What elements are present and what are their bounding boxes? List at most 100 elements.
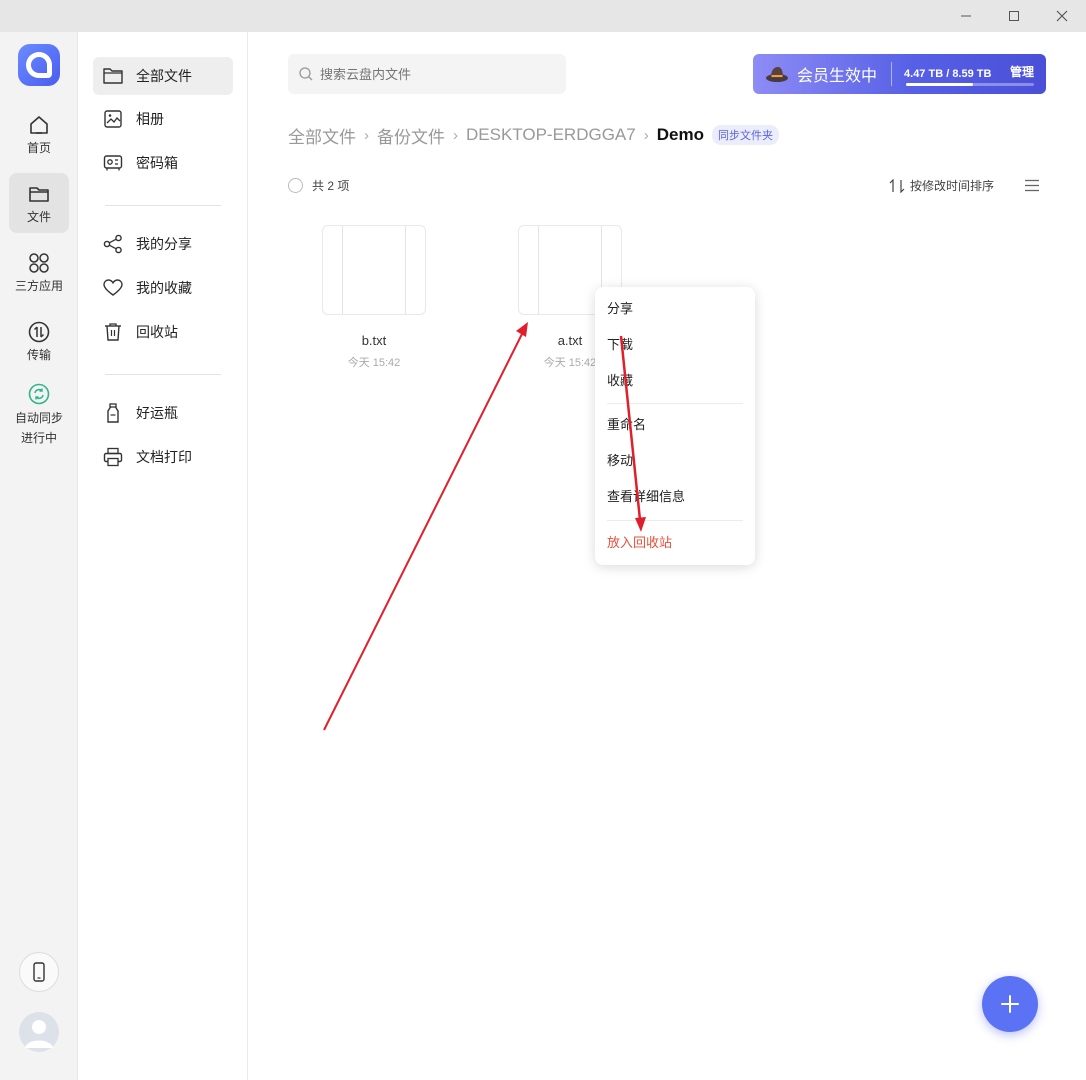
sync-folder-tag: 同步文件夹	[711, 125, 779, 145]
file-time: 今天 15:42	[347, 357, 401, 369]
menu-item-move-to-recycle-bin[interactable]: 放入回收站	[607, 533, 672, 553]
item-count: 共 2 项	[312, 179, 350, 193]
file-thumbnail	[322, 225, 426, 315]
sidebar-item-label: 文档打印	[136, 449, 192, 465]
sidebar-divider	[105, 205, 221, 206]
breadcrumb: 全部文件 › 备份文件 › DESKTOP-ERDGGA7 › Demo 同步文…	[288, 123, 779, 147]
context-menu: 分享 下载 收藏 重命名 移动 查看详细信息 放入回收站	[595, 287, 755, 565]
apps-icon	[29, 252, 49, 273]
nav-rail: 首页 文件 三方应用 传输 自动同步 进行中	[0, 32, 78, 1080]
user-avatar-icon	[25, 1020, 53, 1048]
file-item[interactable]: b.txt 今天 15:42	[322, 225, 426, 370]
app-logo[interactable]	[18, 44, 60, 86]
folder-icon	[103, 66, 123, 86]
chevron-right-icon: ›	[453, 126, 458, 144]
manage-button[interactable]: 管理	[1010, 63, 1034, 80]
rail-item-transfer[interactable]: 传输	[9, 311, 69, 371]
vip-banner[interactable]: 会员生效中 4.47 TB / 8.59 TB 管理	[753, 54, 1046, 94]
search-box[interactable]	[288, 54, 566, 94]
sort-button[interactable]: 按修改时间排序	[889, 177, 994, 194]
menu-divider	[607, 403, 743, 404]
sidebar-item-doc-print[interactable]: 文档打印	[93, 438, 233, 476]
sidebar-item-photos[interactable]: 相册	[93, 100, 233, 138]
file-name: b.txt	[361, 333, 387, 348]
annotation-arrow-line	[323, 331, 524, 731]
close-button[interactable]	[1039, 0, 1085, 32]
transfer-icon	[28, 321, 50, 342]
sidebar-divider	[105, 374, 221, 375]
rail-item-apps[interactable]: 三方应用	[9, 242, 69, 302]
menu-item-details[interactable]: 查看详细信息	[607, 487, 685, 507]
rail-item-label: 文件	[26, 209, 51, 224]
photo-icon	[103, 109, 123, 129]
chevron-right-icon: ›	[643, 126, 649, 144]
sort-label: 按修改时间排序	[910, 179, 995, 193]
breadcrumb-item[interactable]: DESKTOP-ERDGGA7	[466, 125, 636, 145]
sidebar-item-label: 相册	[136, 111, 164, 127]
minimize-icon	[961, 15, 971, 17]
bottle-icon	[103, 403, 123, 423]
vip-status: 会员生效中	[797, 68, 878, 85]
breadcrumb-item[interactable]: 备份文件	[377, 123, 445, 148]
sidebar-item-label: 好运瓶	[136, 405, 178, 421]
sidebar-item-all-files[interactable]: 全部文件	[93, 57, 233, 95]
menu-item-download[interactable]: 下载	[607, 335, 633, 355]
breadcrumb-item[interactable]: 全部文件	[288, 123, 356, 148]
select-all-checkbox[interactable]	[288, 178, 303, 193]
plus-icon	[1001, 995, 1019, 1013]
menu-item-share[interactable]: 分享	[607, 299, 633, 319]
vip-separator	[891, 62, 893, 86]
storage-bar	[906, 83, 1034, 86]
breadcrumb-current: Demo	[656, 125, 704, 144]
rail-item-auto-sync[interactable]: 自动同步 进行中	[4, 382, 74, 448]
sidebar-item-lucky-bottle[interactable]: 好运瓶	[93, 394, 233, 432]
sidebar-item-my-shares[interactable]: 我的分享	[93, 225, 233, 263]
sidebar-item-label: 我的收藏	[136, 280, 192, 296]
rail-item-home[interactable]: 首页	[9, 104, 69, 164]
trash-icon	[103, 322, 123, 342]
folder-icon	[29, 186, 49, 202]
sidebar-item-label: 密码箱	[136, 155, 178, 171]
avatar[interactable]	[19, 1012, 59, 1052]
rail-item-files[interactable]: 文件	[9, 173, 69, 233]
maximize-button[interactable]	[991, 0, 1037, 32]
menu-item-rename[interactable]: 重命名	[607, 415, 646, 435]
title-bar	[0, 0, 1086, 32]
menu-divider	[607, 520, 743, 521]
printer-icon	[103, 447, 123, 467]
sync-label-line2: 进行中	[20, 431, 57, 445]
storage-usage: 4.47 TB / 8.59 TB	[904, 68, 992, 80]
rail-item-label: 首页	[26, 140, 51, 155]
sync-icon	[28, 383, 50, 405]
sidebar-item-label: 全部文件	[136, 68, 192, 84]
sidebar: 全部文件 相册 密码箱 我的分享 我的收藏 回收站 好运瓶 文档打印	[78, 32, 248, 1080]
rail-item-label: 传输	[26, 347, 51, 362]
share-icon	[103, 234, 123, 254]
home-icon	[30, 115, 48, 134]
search-input[interactable]	[320, 66, 550, 82]
phone-icon	[33, 962, 45, 982]
rail-item-label: 三方应用	[14, 278, 63, 293]
storage-bar-fill	[906, 83, 973, 86]
add-button[interactable]	[982, 976, 1038, 1032]
list-view-icon[interactable]	[1024, 179, 1040, 192]
maximize-icon	[1009, 11, 1019, 21]
sync-label-line1: 自动同步	[14, 411, 63, 425]
item-count-row: 共 2 项	[288, 177, 349, 194]
chevron-right-icon: ›	[364, 126, 369, 144]
sidebar-item-recycle-bin[interactable]: 回收站	[93, 313, 233, 351]
sidebar-item-label: 回收站	[136, 324, 178, 340]
safe-icon	[103, 153, 123, 173]
menu-item-favorite[interactable]: 收藏	[607, 371, 633, 391]
vip-hat-icon	[766, 67, 788, 82]
menu-item-move[interactable]: 移动	[607, 451, 633, 471]
sidebar-item-favorites[interactable]: 我的收藏	[93, 269, 233, 307]
close-icon	[1056, 10, 1068, 22]
sidebar-item-safe[interactable]: 密码箱	[93, 144, 233, 182]
sidebar-item-label: 我的分享	[136, 236, 192, 252]
sort-icon	[889, 178, 905, 193]
search-icon	[299, 67, 313, 81]
phone-button[interactable]	[19, 952, 59, 992]
minimize-button[interactable]	[943, 0, 989, 32]
heart-icon	[103, 278, 123, 298]
